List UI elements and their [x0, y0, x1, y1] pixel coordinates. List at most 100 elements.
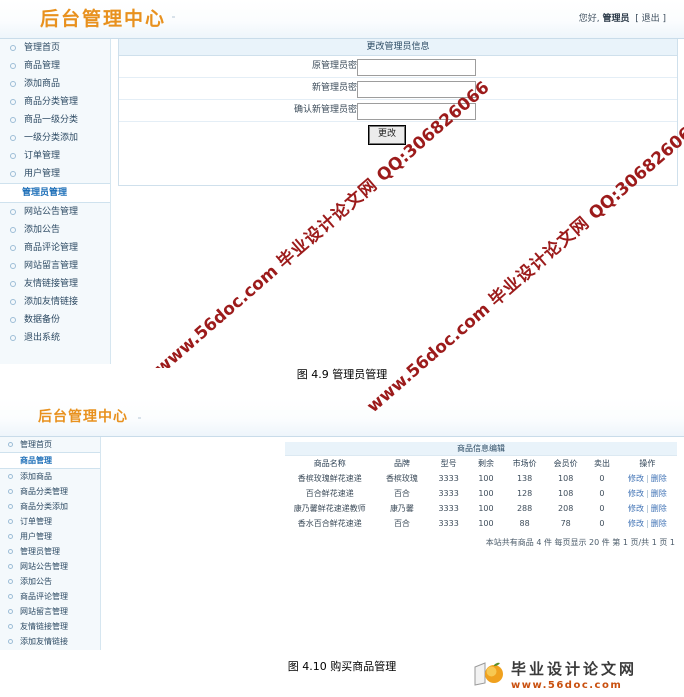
- sidebar-item-12[interactable]: 商品评论管理: [0, 239, 110, 257]
- bullet-icon: [10, 153, 16, 159]
- cell-sold: 0: [599, 474, 605, 483]
- sidebar-item-10[interactable]: 添加公告: [0, 574, 100, 589]
- sidebar-item-2[interactable]: 商品管理: [0, 452, 100, 469]
- sidebar-item-label: 管理员管理: [22, 188, 68, 198]
- sidebar-item-6[interactable]: 一级分类添加: [0, 129, 110, 147]
- password-input-1[interactable]: [357, 59, 476, 76]
- sidebar-item-3[interactable]: 添加商品: [0, 75, 110, 93]
- bullet-icon: [10, 45, 16, 51]
- sidebar-item-label: 商品评论管理: [20, 592, 68, 601]
- bullet-icon: [8, 519, 13, 524]
- cell-name: 香水百合鲜花速递: [297, 519, 362, 528]
- sidebar-item-14[interactable]: 添加友情链接: [0, 634, 100, 649]
- edit-link[interactable]: 修改: [628, 489, 644, 498]
- sidebar-item-2[interactable]: 商品管理: [0, 57, 110, 75]
- sidebar-item-13[interactable]: 友情链接管理: [0, 619, 100, 634]
- cell-member_price: 78: [560, 519, 571, 528]
- sidebar-item-6[interactable]: 订单管理: [0, 514, 100, 529]
- bullet-icon: [10, 99, 16, 105]
- pagination-summary: 本站共有商品 4 件 每页显示 20 件 第 1 页/共 1 页 1: [485, 538, 675, 547]
- logout-link[interactable]: [ 退出 ]: [635, 14, 666, 24]
- sidebar-item-label: 网站留言管理: [24, 261, 79, 271]
- peach-logo-icon: [474, 662, 503, 686]
- bullet-icon: [10, 335, 16, 341]
- password-input-2[interactable]: [357, 81, 476, 98]
- sidebar-item-label: 管理员管理: [20, 547, 60, 556]
- sidebar-item-label: 退出系统: [24, 333, 61, 343]
- cell-name: 香槟玫瑰鲜花速递: [297, 474, 362, 483]
- sidebar-item-label: 商品一级分类: [24, 115, 79, 125]
- sidebar-item-5[interactable]: 商品一级分类: [0, 111, 110, 129]
- delete-link[interactable]: 删除: [651, 519, 667, 528]
- delete-link[interactable]: 删除: [651, 504, 667, 513]
- greeting-text: 您好,: [578, 14, 600, 24]
- product-table: 商品名称 品牌 型号 剩余 市场价 会员价 卖出 操作 香槟玫瑰鲜花速递 香槟玫瑰 3333 100…: [285, 456, 677, 531]
- edit-link[interactable]: 修改: [628, 504, 644, 513]
- delete-link[interactable]: 删除: [651, 474, 667, 483]
- bullet-icon: [8, 594, 13, 599]
- sidebar-item-4[interactable]: 商品分类管理: [0, 93, 110, 111]
- sidebar-item-label: 一级分类添加: [24, 133, 79, 143]
- sidebar-item-1[interactable]: 管理首页: [0, 39, 110, 57]
- sidebar-item-17[interactable]: 退出系统: [0, 329, 110, 347]
- sidebar-item-3[interactable]: 添加商品: [0, 469, 100, 484]
- cell-member_price: 108: [558, 489, 574, 498]
- bullet-icon: [8, 639, 13, 644]
- cell-member_price: 208: [558, 504, 574, 513]
- header-divider-dot: [172, 16, 175, 18]
- sidebar-item-7[interactable]: 订单管理: [0, 147, 110, 165]
- delete-link[interactable]: 删除: [651, 489, 667, 498]
- cell-stock: 100: [478, 489, 494, 498]
- table-row: 香槟玫瑰鲜花速递 香槟玫瑰 3333 100 138 108 0 修改 | 删除: [285, 471, 677, 486]
- sidebar-item-4[interactable]: 商品分类管理: [0, 484, 100, 499]
- cell-sold: 0: [599, 489, 605, 498]
- sidebar-item-9[interactable]: 网站公告管理: [0, 559, 100, 574]
- bullet-icon: [10, 171, 16, 177]
- cell-model: 3333: [438, 489, 459, 498]
- cell-sold: 0: [599, 519, 605, 528]
- sidebar-item-9[interactable]: 管理员管理: [0, 183, 110, 203]
- table-column-header: 型号: [440, 459, 457, 468]
- sidebar-item-16[interactable]: 数据备份: [0, 311, 110, 329]
- panel-title: 更改管理员信息: [119, 39, 677, 56]
- screenshot-admin-management: 后台管理中心 您好, 管理员 [ 退出 ] 管理首页商品管理 添加商品 商品分类管理…: [0, 0, 684, 368]
- submit-button[interactable]: 更改: [368, 125, 406, 145]
- table-column-header: 卖出: [593, 459, 610, 468]
- sidebar-item-label: 添加友情链接: [20, 637, 68, 646]
- cell-sold: 0: [599, 504, 605, 513]
- sidebar-item-11[interactable]: 商品评论管理: [0, 589, 100, 604]
- sidebar-item-14[interactable]: 友情链接管理: [0, 275, 110, 293]
- bullet-icon: [8, 564, 13, 569]
- sidebar-menu: 管理首页商品管理 添加商品 商品分类管理商品一级分类 一级分类添加订单管理用户管理管理…: [0, 39, 110, 347]
- table-column-header: 市场价: [512, 459, 537, 468]
- sidebar-item-label: 网站留言管理: [20, 607, 68, 616]
- password-input-3[interactable]: [357, 103, 476, 120]
- sidebar-item-label: 用户管理: [24, 169, 61, 179]
- sidebar-item-12[interactable]: 网站留言管理: [0, 604, 100, 619]
- edit-link[interactable]: 修改: [628, 519, 644, 528]
- app-header: 后台管理中心 您好, 管理员 [ 退出 ]: [0, 0, 684, 39]
- sidebar-item-label: 商品管理: [20, 456, 52, 465]
- sidebar-item-label: 添加商品: [20, 472, 52, 481]
- sidebar-item-8[interactable]: 管理员管理: [0, 544, 100, 559]
- cell-market_price: 128: [516, 489, 533, 498]
- cell-member_price: 108: [558, 474, 574, 483]
- sidebar-item-15[interactable]: 添加友情链接: [0, 293, 110, 311]
- header-user-area: 您好, 管理员 [ 退出 ]: [579, 11, 666, 24]
- sidebar-item-label: 管理首页: [24, 43, 61, 53]
- sidebar-item-13[interactable]: 网站留言管理: [0, 257, 110, 275]
- cell-actions: 修改 | 删除: [618, 501, 677, 516]
- edit-link[interactable]: 修改: [628, 474, 644, 483]
- bullet-icon: [10, 227, 16, 233]
- bullet-icon: [10, 317, 16, 323]
- sidebar-item-1[interactable]: 管理首页: [0, 437, 100, 452]
- sidebar-item-10[interactable]: 网站公告管理: [0, 203, 110, 221]
- sidebar-item-7[interactable]: 用户管理: [0, 529, 100, 544]
- sidebar-item-11[interactable]: 添加公告: [0, 221, 110, 239]
- cell-name: 百合鲜花速递: [305, 489, 354, 498]
- sidebar-item-8[interactable]: 用户管理: [0, 165, 110, 183]
- bullet-icon: [10, 209, 16, 215]
- sidebar-item-5[interactable]: 商品分类添加: [0, 499, 100, 514]
- bullet-icon: [8, 609, 13, 614]
- sidebar-item-label: 友情链接管理: [24, 279, 79, 289]
